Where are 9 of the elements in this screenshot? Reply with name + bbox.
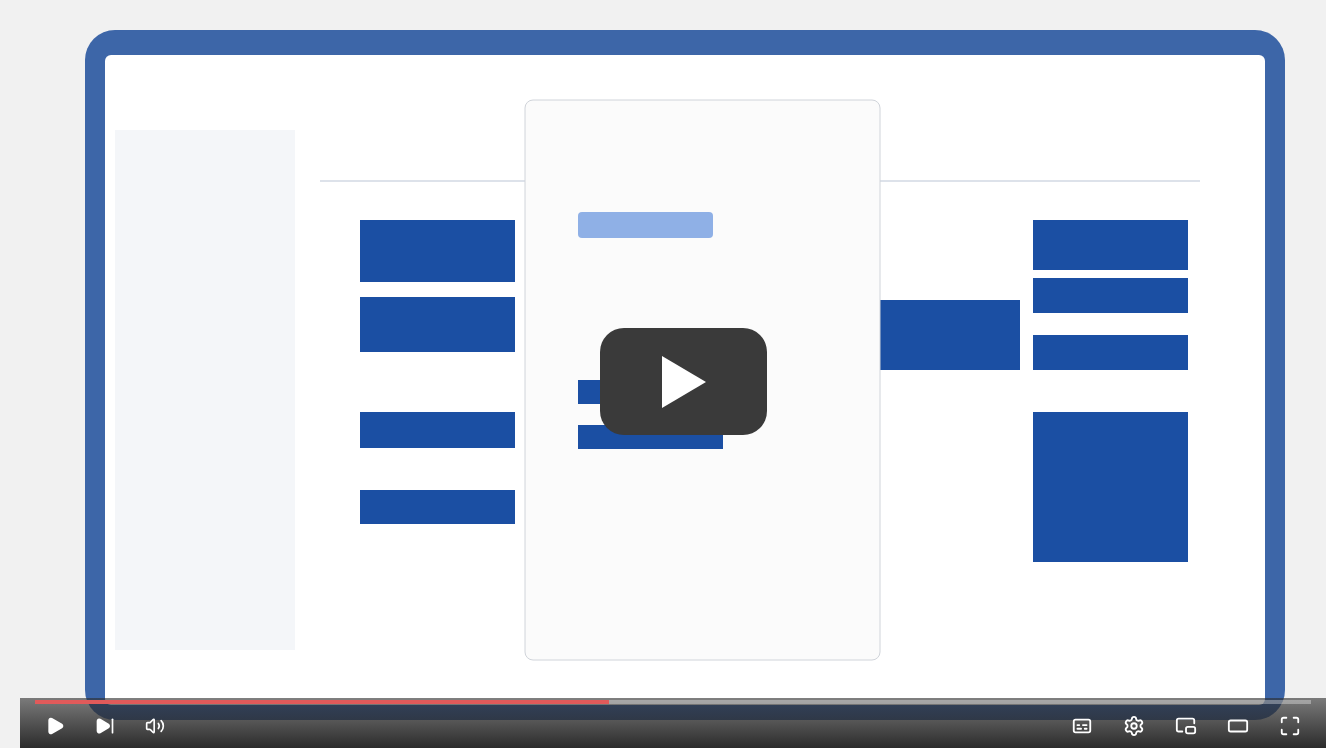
play-button[interactable]	[600, 328, 767, 435]
fullscreen-icon[interactable]	[1279, 715, 1301, 737]
play-icon	[659, 353, 708, 410]
progress-track[interactable]	[35, 700, 1311, 704]
miniplayer-icon[interactable]	[1175, 715, 1197, 737]
volume-icon[interactable]	[145, 716, 165, 736]
settings-icon[interactable]	[1123, 715, 1145, 737]
play-icon[interactable]	[45, 716, 65, 736]
next-icon[interactable]	[95, 716, 115, 736]
